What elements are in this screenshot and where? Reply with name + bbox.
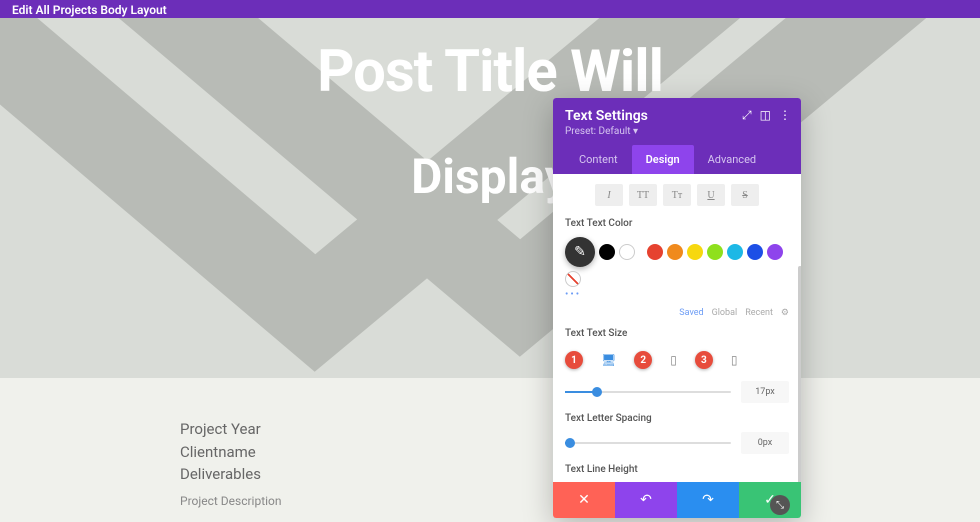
color-swatch[interactable] [687,244,703,260]
kebab-icon[interactable]: ⋮ [779,108,791,123]
tab-design[interactable]: Design [632,145,694,174]
active-color-swatch[interactable]: ✎ [565,237,595,267]
page-subtitle: Display [0,148,980,205]
underline-button[interactable]: U [697,184,725,206]
page-title: Post Title Will [0,38,980,106]
preset-label[interactable]: Preset: Default [565,126,631,137]
badge-1: 1 [565,351,583,369]
colors-global[interactable]: Global [712,308,738,318]
meta-line: Clientname [180,441,282,464]
strikethrough-button[interactable]: S [731,184,759,206]
text-size-value[interactable]: 17px [741,381,789,403]
panel-header[interactable]: Text Settings ⤢ ◫ ⋮ Preset: Default ▾ Co… [553,98,801,174]
expand-icon[interactable]: ⤢ [742,108,752,123]
text-size-slider[interactable] [565,391,731,393]
top-bar-title: Edit All Projects Body Layout [12,3,167,17]
more-colors-icon[interactable]: ••• [565,289,789,300]
phone-icon[interactable]: ▯ [731,353,738,367]
color-swatch[interactable] [647,244,663,260]
badge-2: 2 [634,351,652,369]
drag-handle-icon[interactable]: ⤡ [770,495,790,515]
color-swatch[interactable] [599,244,615,260]
colors-saved[interactable]: Saved [679,308,703,318]
tab-content[interactable]: Content [565,145,632,174]
badge-3: 3 [695,351,713,369]
colors-recent[interactable]: Recent [745,308,773,318]
color-swatch[interactable] [667,244,683,260]
panel-scrollbar[interactable] [798,266,801,486]
color-swatch[interactable] [707,244,723,260]
top-bar: Edit All Projects Body Layout [0,0,980,18]
tablet-icon[interactable]: ▯ [670,353,677,367]
settings-panel: Text Settings ⤢ ◫ ⋮ Preset: Default ▾ Co… [553,98,801,518]
canvas: Post Title Will Display Project Year Cli… [0,18,980,522]
meta-description: Project Description [180,494,282,508]
meta-block: Project Year Clientname Deliverables Pro… [180,418,282,508]
cancel-button[interactable]: ✕ [553,482,615,518]
color-swatch[interactable] [727,244,743,260]
section-text-color: Text Text Color [565,218,789,229]
color-swatch[interactable] [767,244,783,260]
undo-button[interactable]: ↶ [615,482,677,518]
gear-icon[interactable]: ⚙ [781,308,789,318]
section-line-height: Text Line Height [565,464,789,475]
color-swatch[interactable] [747,244,763,260]
tab-advanced[interactable]: Advanced [694,145,770,174]
smallcaps-button[interactable]: Tᴛ [663,184,691,206]
color-swatch[interactable] [619,244,635,260]
letter-spacing-value[interactable]: 0px [741,432,789,454]
meta-line: Deliverables [180,463,282,486]
meta-line: Project Year [180,418,282,441]
no-color-swatch[interactable] [565,271,581,287]
snap-icon[interactable]: ◫ [760,108,771,123]
uppercase-button[interactable]: TT [629,184,657,206]
section-letter-spacing: Text Letter Spacing [565,413,789,424]
section-text-size: Text Text Size [565,328,789,339]
redo-button[interactable]: ↷ [677,482,739,518]
letter-spacing-slider[interactable] [565,442,731,444]
italic-button[interactable]: I [595,184,623,206]
panel-body: I TT Tᴛ U S Text Text Color ✎ [553,174,801,504]
chevron-down-icon[interactable]: ▾ [633,126,638,137]
desktop-icon[interactable]: 🖥 [601,353,616,367]
